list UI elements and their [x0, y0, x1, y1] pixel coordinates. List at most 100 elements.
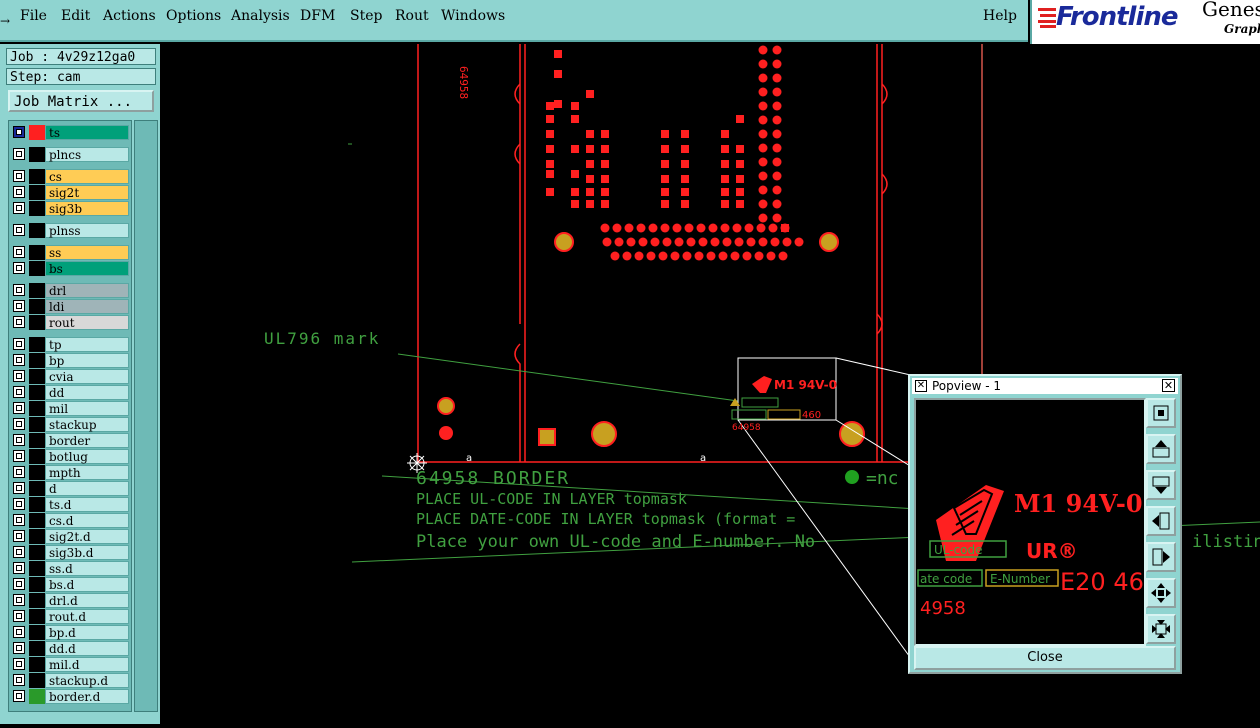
- popview-fit-icon[interactable]: [1146, 398, 1176, 428]
- layer-row-stackup-d[interactable]: stackup.d: [11, 673, 129, 688]
- layer-row-cvia[interactable]: cvia: [11, 369, 129, 384]
- layer-row-sig2t[interactable]: sig2t: [11, 185, 129, 200]
- popview-e-number: E-Number: [990, 572, 1050, 586]
- layer-row-ss[interactable]: ss: [11, 245, 129, 260]
- menu-rout[interactable]: Rout: [395, 8, 429, 24]
- layer-checkbox[interactable]: [13, 578, 25, 590]
- popview-viewport[interactable]: M1 94V-0 UL-code UR® ate code E-Number E…: [914, 398, 1146, 646]
- menu-windows[interactable]: Windows: [441, 8, 505, 24]
- layer-row-cs[interactable]: cs: [11, 169, 129, 184]
- popview-ul-code: UL-code: [934, 543, 983, 557]
- layer-row-sig3b-d[interactable]: sig3b.d: [11, 545, 129, 560]
- layer-checkbox[interactable]: [13, 658, 25, 670]
- layer-checkbox[interactable]: [13, 594, 25, 606]
- layer-row-bs-d[interactable]: bs.d: [11, 577, 129, 592]
- layer-checkbox[interactable]: [13, 690, 25, 702]
- layer-checkbox[interactable]: [13, 642, 25, 654]
- menu-options[interactable]: Options: [166, 8, 221, 24]
- layer-row-dd[interactable]: dd: [11, 385, 129, 400]
- layer-checkbox[interactable]: [13, 626, 25, 638]
- menu-help[interactable]: Help: [983, 8, 1017, 24]
- menu-dfm[interactable]: DFM: [300, 8, 335, 24]
- layer-row-stackup[interactable]: stackup: [11, 417, 129, 432]
- layer-checkbox[interactable]: [13, 562, 25, 574]
- menu-file[interactable]: File: [20, 8, 47, 24]
- layer-checkbox[interactable]: [13, 354, 25, 366]
- window-menu-icon[interactable]: ✕: [915, 380, 927, 392]
- layer-color-swatch: [29, 529, 45, 544]
- layer-checkbox[interactable]: [13, 514, 25, 526]
- menu-step[interactable]: Step: [350, 8, 382, 24]
- layer-row-dd-d[interactable]: dd.d: [11, 641, 129, 656]
- layer-checkbox[interactable]: [13, 148, 25, 160]
- layer-checkbox[interactable]: [13, 418, 25, 430]
- layer-color-swatch: [29, 353, 45, 368]
- layer-checkbox[interactable]: [13, 186, 25, 198]
- popview-close-button[interactable]: Close: [914, 646, 1176, 670]
- menu-edit[interactable]: Edit: [61, 8, 90, 24]
- layer-row-cs-d[interactable]: cs.d: [11, 513, 129, 528]
- layer-row-ldi[interactable]: ldi: [11, 299, 129, 314]
- menu-actions[interactable]: Actions: [103, 8, 156, 24]
- layer-checkbox[interactable]: [13, 126, 25, 138]
- layer-row-sig2t-d[interactable]: sig2t.d: [11, 529, 129, 544]
- layer-row-d[interactable]: d: [11, 481, 129, 496]
- layer-checkbox[interactable]: [13, 170, 25, 182]
- layer-row-drl[interactable]: drl: [11, 283, 129, 298]
- layer-row-mil-d[interactable]: mil.d: [11, 657, 129, 672]
- layer-checkbox[interactable]: [13, 370, 25, 382]
- pan-down-icon[interactable]: [1146, 470, 1176, 500]
- layer-checkbox[interactable]: [13, 224, 25, 236]
- layer-checkbox[interactable]: [13, 450, 25, 462]
- menu-analysis[interactable]: Analysis: [231, 8, 290, 24]
- layer-row-botlug[interactable]: botlug: [11, 449, 129, 464]
- layer-checkbox[interactable]: [13, 530, 25, 542]
- layer-scrollbar[interactable]: [134, 120, 158, 712]
- layer-row-sig3b[interactable]: sig3b: [11, 201, 129, 216]
- layer-row-mpth[interactable]: mpth: [11, 465, 129, 480]
- layer-checkbox[interactable]: [13, 202, 25, 214]
- layer-row-border-d[interactable]: border.d: [11, 689, 129, 704]
- layer-row-ss-d[interactable]: ss.d: [11, 561, 129, 576]
- pan-right-icon[interactable]: [1146, 542, 1176, 572]
- layer-row-mil[interactable]: mil: [11, 401, 129, 416]
- pan-left-icon[interactable]: [1146, 506, 1176, 536]
- svg-text:UR®: UR®: [1026, 539, 1078, 563]
- layer-checkbox[interactable]: [13, 284, 25, 296]
- layer-checkbox[interactable]: [13, 300, 25, 312]
- layer-checkbox[interactable]: [13, 338, 25, 350]
- layer-checkbox[interactable]: [13, 316, 25, 328]
- layer-row-bp[interactable]: bp: [11, 353, 129, 368]
- layer-checkbox[interactable]: [13, 246, 25, 258]
- layer-checkbox[interactable]: [13, 610, 25, 622]
- layer-checkbox[interactable]: [13, 402, 25, 414]
- layer-row-rout[interactable]: rout: [11, 315, 129, 330]
- layer-checkbox[interactable]: [13, 466, 25, 478]
- job-matrix-button[interactable]: Job Matrix ...: [8, 90, 154, 112]
- small-id-text: 64958: [732, 423, 761, 433]
- layer-row-tp[interactable]: tp: [11, 337, 129, 352]
- layer-row-plncs[interactable]: plncs: [11, 147, 129, 162]
- layer-checkbox[interactable]: [13, 434, 25, 446]
- zoom-out-icon[interactable]: [1146, 614, 1176, 644]
- layer-row-bs[interactable]: bs: [11, 261, 129, 276]
- layer-name: dd.d: [45, 641, 129, 656]
- layer-checkbox[interactable]: [13, 262, 25, 274]
- close-icon[interactable]: ✕: [1162, 379, 1175, 392]
- layer-checkbox[interactable]: [13, 498, 25, 510]
- layer-row-plnss[interactable]: plnss: [11, 223, 129, 238]
- layer-row-drl-d[interactable]: drl.d: [11, 593, 129, 608]
- layer-checkbox[interactable]: [13, 482, 25, 494]
- layer-row-rout-d[interactable]: rout.d: [11, 609, 129, 624]
- layer-name: bp: [45, 353, 129, 368]
- popview-titlebar[interactable]: ✕ Popview - 1 ✕: [912, 378, 1178, 394]
- layer-row-border[interactable]: border: [11, 433, 129, 448]
- layer-row-ts[interactable]: ts: [11, 125, 129, 140]
- pan-up-icon[interactable]: [1146, 434, 1176, 464]
- layer-checkbox[interactable]: [13, 386, 25, 398]
- layer-row-ts-d[interactable]: ts.d: [11, 497, 129, 512]
- layer-checkbox[interactable]: [13, 546, 25, 558]
- layer-checkbox[interactable]: [13, 674, 25, 686]
- zoom-in-icon[interactable]: [1146, 578, 1176, 608]
- layer-row-bp-d[interactable]: bp.d: [11, 625, 129, 640]
